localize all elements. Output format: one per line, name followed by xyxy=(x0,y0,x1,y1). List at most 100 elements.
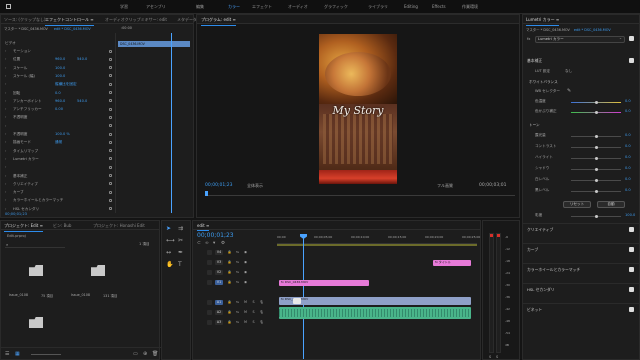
track-mic-icon[interactable]: 🎙 xyxy=(259,300,264,305)
track-target-toggle[interactable] xyxy=(207,280,212,285)
ec-row-twirl-icon[interactable]: › xyxy=(5,66,6,70)
snap-icon[interactable]: ⊂ xyxy=(197,241,201,246)
workspace-tab-2[interactable]: 編集 xyxy=(196,4,204,10)
tone-slider[interactable] xyxy=(571,190,621,193)
lumetri-effect-dropdown[interactable]: Lumetri カラー xyxy=(535,36,625,43)
track-id[interactable]: V1 xyxy=(215,280,223,285)
dropdown-chevron-icon[interactable]: ⌄ xyxy=(619,36,622,40)
lumetri-clip-label[interactable]: edit * DSC_0436.MOV xyxy=(574,28,611,32)
track-mic-icon[interactable]: 🎙 xyxy=(259,320,264,325)
ec-row[interactable]: › 縦横比を固定 xyxy=(3,82,115,88)
tab-bin[interactable]: ビン: Bub xyxy=(53,223,71,229)
track-select-tool-icon[interactable]: ⇉ xyxy=(178,225,183,232)
bin-name[interactable]: Issue_0108 xyxy=(71,293,90,297)
ec-row-value[interactable]: 960.0 xyxy=(55,99,65,103)
pen-tool-icon[interactable]: ✒ xyxy=(178,249,183,256)
reset-parameter-icon[interactable] xyxy=(109,132,112,136)
tone-slider-value[interactable]: 0.0 xyxy=(625,188,631,192)
lumetri-master-label[interactable]: マスター * DSC_0436.MOV xyxy=(526,28,570,32)
track-id[interactable]: V3 xyxy=(215,260,223,265)
track-eye-icon[interactable]: ◉ xyxy=(243,270,248,275)
tone-slider-value[interactable]: 0.0 xyxy=(625,144,631,148)
track-sync-icon[interactable]: ⇆ xyxy=(235,270,240,275)
new-bin-icon[interactable]: ▭ xyxy=(133,351,138,357)
ec-row[interactable]: › xyxy=(3,124,115,130)
track-lock-icon[interactable]: 🔒 xyxy=(227,300,232,305)
tab-project-edit[interactable]: プロジェクト: Edit ≡ xyxy=(4,223,43,232)
ec-row[interactable]: › 描画モード 通常 xyxy=(3,140,115,146)
ec-row-twirl-icon[interactable]: › xyxy=(5,165,6,169)
type-tool-icon[interactable]: T xyxy=(178,261,182,268)
bin-folder-icon[interactable] xyxy=(29,317,43,328)
reset-parameter-icon[interactable] xyxy=(109,115,112,119)
basic-correction-toggle[interactable] xyxy=(629,58,634,63)
track-target-toggle[interactable] xyxy=(207,310,212,315)
ec-row-twirl-icon[interactable]: › xyxy=(5,99,6,103)
ec-row[interactable]: › スケール (幅) 100.0 xyxy=(3,74,115,80)
track-sync-icon[interactable]: ⇆ xyxy=(235,250,240,255)
timeline-clip[interactable]: fx タイトル xyxy=(433,260,471,266)
fx-badge[interactable]: fx xyxy=(527,37,530,41)
monitor-quality-select[interactable]: フル画質 xyxy=(437,183,453,189)
ec-row[interactable]: › 不透明度 100.0 % xyxy=(3,132,115,138)
bin-folder-icon[interactable] xyxy=(91,265,105,276)
bin-name[interactable]: Issue_0108 xyxy=(9,293,28,297)
ec-row-twirl-icon[interactable]: › xyxy=(5,198,6,202)
ec-row-value[interactable]: 通常 xyxy=(55,140,62,145)
ec-row-value[interactable]: 0.00 xyxy=(55,107,63,111)
timeline-settings-icon[interactable]: ⚙ xyxy=(221,241,225,246)
ec-row-value[interactable]: 100.0 % xyxy=(55,132,70,136)
track-target-toggle[interactable] xyxy=(207,320,212,325)
workspace-tab-10[interactable]: 作業環境 xyxy=(462,4,478,10)
lumetri-section-header[interactable]: カラーホイールとカラーマッチ xyxy=(527,267,580,273)
ec-row-value2[interactable]: 540.0 xyxy=(77,99,87,103)
ec-row-value[interactable]: 100.0 xyxy=(55,74,65,78)
monitor-timebar[interactable] xyxy=(205,191,515,196)
ec-row-value[interactable]: 縦横比を固定 xyxy=(55,82,77,87)
track-solo-icon[interactable]: S xyxy=(251,320,256,325)
ec-row-twirl-icon[interactable]: › xyxy=(5,140,6,144)
icon-view-icon[interactable]: ▦ xyxy=(15,351,20,357)
tone-slider-value[interactable]: 0.0 xyxy=(625,177,631,181)
ec-row-value[interactable]: 0.0 xyxy=(55,91,61,95)
tab-effect-controls[interactable]: エフェクトコントロール ≡ xyxy=(45,17,94,26)
add-marker-icon[interactable]: ▾ xyxy=(213,241,215,246)
tone-slider-value[interactable]: 0.0 xyxy=(625,166,631,170)
reset-parameter-icon[interactable] xyxy=(109,182,112,186)
basic-correction-header[interactable]: 基本補正 xyxy=(527,58,542,64)
ec-row[interactable]: › タイムリマップ xyxy=(3,149,115,155)
saturation-knob[interactable] xyxy=(595,215,598,218)
tab-metadata[interactable]: メタデータ xyxy=(177,17,197,23)
reset-parameter-icon[interactable] xyxy=(109,149,112,153)
video-frame[interactable]: My Story xyxy=(319,34,397,184)
ec-row-twirl-icon[interactable]: › xyxy=(5,207,6,211)
tab-program[interactable]: プログラム: edit ≡ xyxy=(201,17,236,26)
ec-row-twirl-icon[interactable]: › xyxy=(5,182,6,186)
tab-audio-clip-mixer[interactable]: オーディオクリップミキサー: edit xyxy=(105,17,167,23)
reset-parameter-icon[interactable] xyxy=(109,82,112,86)
tone-slider-value[interactable]: 0.0 xyxy=(625,133,631,137)
ec-clip-bar[interactable]: DSC_0436.MOV xyxy=(118,41,190,47)
ec-row-twirl-icon[interactable]: › xyxy=(5,115,6,119)
wb-slider-value[interactable]: 0.0 xyxy=(625,99,631,103)
reset-parameter-icon[interactable] xyxy=(109,140,112,144)
workspace-tab-9[interactable]: Effects xyxy=(432,4,446,9)
track-target-toggle[interactable] xyxy=(207,270,212,275)
workspace-tab-4[interactable]: エフェクト xyxy=(252,4,272,10)
ec-row[interactable]: › スケール 100.0 xyxy=(3,66,115,72)
timeline-clip[interactable]: fx DSC_0436.MOV xyxy=(279,297,471,305)
ec-row-value[interactable]: 100.0 xyxy=(55,66,65,70)
ec-row-twirl-icon[interactable]: › xyxy=(5,57,6,61)
meter-solo-s1[interactable]: S xyxy=(489,355,491,359)
reset-parameter-icon[interactable] xyxy=(109,107,112,111)
workspace-tab-7[interactable]: ライブラリ xyxy=(368,4,388,10)
linked-selection-icon[interactable]: ∞ xyxy=(205,241,209,246)
wb-slider[interactable] xyxy=(571,111,621,114)
saturation-value[interactable]: 100.0 xyxy=(625,213,635,217)
track-lock-icon[interactable]: 🔒 xyxy=(227,320,232,325)
track-target-toggle[interactable] xyxy=(207,300,212,305)
tab-sequence-edit[interactable]: edit ≡ xyxy=(197,223,210,231)
lumetri-section-toggle[interactable] xyxy=(629,287,634,292)
track-sync-icon[interactable]: ⇆ xyxy=(235,320,240,325)
track-lock-icon[interactable]: 🔒 xyxy=(227,270,232,275)
